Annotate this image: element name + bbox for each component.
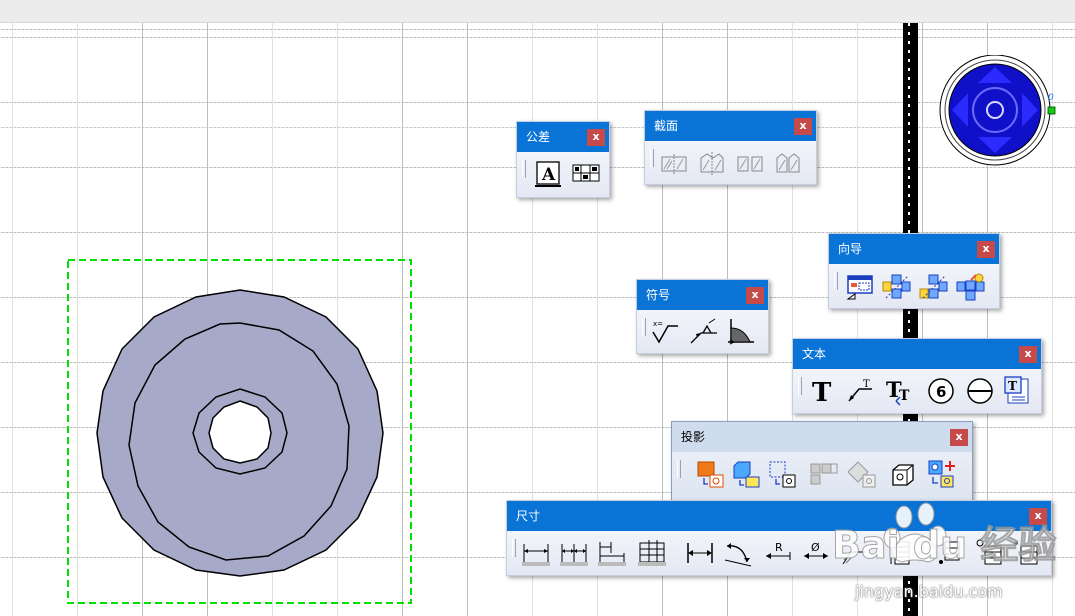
stacked-dimension-icon[interactable] [597,538,627,568]
close-button[interactable]: x [950,429,968,446]
length-dimension-icon[interactable] [685,538,715,568]
top-menu-strip [0,0,1075,23]
part-view[interactable] [60,255,420,615]
toolbar-grip-handle[interactable] [798,377,802,395]
clipping-view-icon[interactable] [848,460,878,490]
svg-text:Ø: Ø [811,541,820,554]
svg-text:x=: x= [653,320,663,328]
svg-text:R: R [775,541,783,554]
watermark-brand: Bai du 经验 [832,523,1056,567]
leader-text-icon[interactable]: T [846,376,876,406]
text-frame-icon[interactable]: T [1003,376,1033,406]
isometric-view-icon[interactable] [888,460,918,490]
chain-dimension-icon[interactable] [521,538,551,568]
roughness-symbol-icon[interactable]: x= [650,316,680,346]
toolbar-title-bar[interactable]: 向导 x [829,234,999,264]
toolbar-title: 尺寸 [516,509,541,523]
baseline-dimension-icon[interactable] [637,538,667,568]
toolbar-grip-handle[interactable] [642,318,646,336]
toolbar-title: 截面 [654,119,679,133]
toolbar-projection[interactable]: 投影 x [671,421,973,501]
close-button[interactable]: x [587,129,605,146]
cumulated-dimension-icon[interactable] [559,538,589,568]
view-wizard-icon[interactable] [882,272,912,302]
toolbar-text[interactable]: 文本 x T T TT 6 T [792,338,1042,414]
diameter-dimension-icon[interactable]: Ø [801,538,831,568]
svg-text:T: T [863,379,870,390]
taper-symbol-icon[interactable] [726,316,756,346]
toolbar-symbol[interactable]: 符号 x x= [636,279,769,354]
sheet-wizard-icon[interactable] [845,272,875,302]
angle-dimension-icon[interactable] [723,538,753,568]
text-icon[interactable]: T [807,376,837,406]
section-view-icon[interactable] [659,148,689,178]
compass-navigator-icon[interactable]: 0 [935,55,1060,175]
toolbar-title: 公差 [526,130,551,144]
radius-dimension-icon[interactable]: R [763,538,793,568]
partial-section-icon[interactable] [735,148,765,178]
feature-control-frame-icon[interactable] [571,158,601,188]
toolbar-title-bar[interactable]: 投影 x [672,422,972,452]
toolbar-tolerance[interactable]: 公差 x A [516,121,610,198]
advanced-view-icon[interactable] [926,459,956,489]
offset-section-icon[interactable] [773,148,803,178]
toolbar-title-bar[interactable]: 公差 x [517,122,609,152]
svg-text:A: A [541,165,556,185]
svg-text:T: T [899,388,910,404]
toolbar-title-bar[interactable]: 符号 x [637,280,768,310]
datum-target-icon[interactable] [965,376,995,406]
toolbar-grip-handle[interactable] [834,272,838,290]
toolbar-grip-handle[interactable] [677,460,681,478]
svg-text:6: 6 [936,383,946,401]
toolbar-title: 文本 [802,347,827,361]
close-button[interactable]: x [794,118,812,135]
toolbar-title-bar[interactable]: 截面 x [645,111,816,141]
text-replace-icon[interactable]: TT [885,376,915,406]
dimension-wizard-icon[interactable] [919,272,949,302]
close-button[interactable]: x [977,241,995,258]
watermark-url: jingyan.baidu.com [855,582,1003,601]
toolbar-title: 向导 [838,242,863,256]
detail-view-icon[interactable] [809,460,839,490]
toolbar-section[interactable]: 截面 x [644,110,817,185]
datum-letter-icon[interactable]: A [534,158,564,188]
toolbar-grip-handle[interactable] [522,160,526,178]
close-button[interactable]: x [1019,346,1037,363]
annotation-wizard-icon[interactable] [956,272,986,302]
svg-text:T: T [812,378,832,406]
toolbar-wizard[interactable]: 向导 x [828,233,1000,309]
svg-text:T: T [1008,379,1017,393]
close-button[interactable]: x [746,287,764,304]
front-view-icon[interactable] [696,460,726,490]
projection-view-icon[interactable] [732,460,762,490]
auxiliary-view-icon[interactable] [768,460,798,490]
toolbar-title: 投影 [681,430,706,444]
section-cut-icon[interactable] [697,148,727,178]
toolbar-title-bar[interactable]: 文本 x [793,339,1041,369]
toolbar-grip-handle[interactable] [512,539,516,557]
welding-symbol-icon[interactable] [689,316,719,346]
toolbar-grip-handle[interactable] [650,149,654,167]
balloon-icon[interactable]: 6 [926,376,956,406]
toolbar-title: 符号 [646,288,671,302]
svg-text:0: 0 [1048,93,1054,103]
